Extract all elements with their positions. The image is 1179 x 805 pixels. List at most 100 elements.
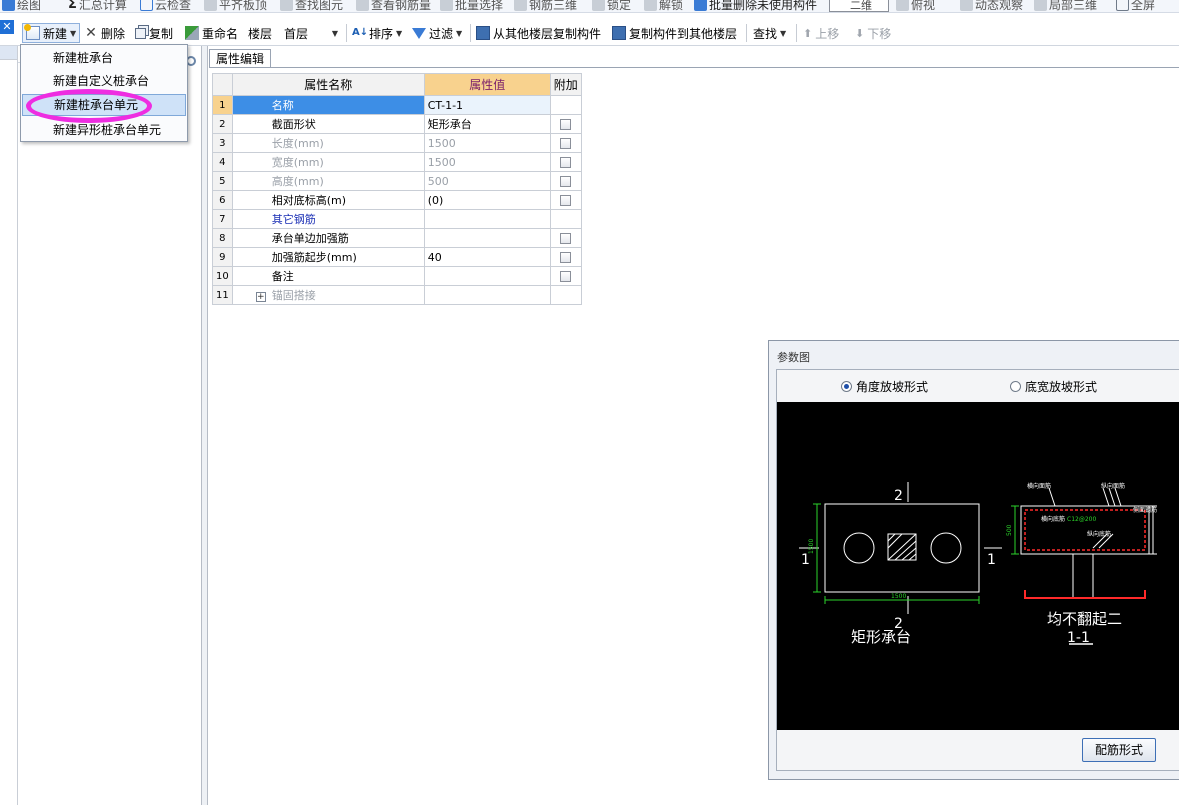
table-row[interactable]: 11 + 锚固搭接 <box>212 285 582 305</box>
table-row[interactable]: 5 高度(mm) 500 <box>212 171 582 191</box>
property-value-cell[interactable]: 矩形承台 <box>423 114 551 134</box>
rebar-form-button[interactable]: 配筋形式 <box>1082 738 1156 762</box>
orbit-icon <box>960 0 973 11</box>
fullscreen-tool[interactable]: 全屏 <box>1116 0 1155 12</box>
menu-item-new-pile-cap[interactable]: 新建桩承台 <box>22 47 186 69</box>
table-row[interactable]: 9 加强筋起步(mm) 40 <box>212 247 582 267</box>
cloud-check-icon <box>140 0 153 11</box>
pile-circle-left <box>843 532 875 564</box>
pile-cap-base-rebar <box>1024 590 1146 599</box>
extra-checkbox[interactable] <box>560 271 572 282</box>
grid-corner <box>212 73 233 96</box>
property-value-cell[interactable] <box>423 266 551 286</box>
header-property-name: 属性名称 <box>231 73 425 96</box>
toolbar-divider <box>346 24 347 42</box>
property-value-cell[interactable] <box>423 209 551 229</box>
left-strip-selected[interactable] <box>0 46 17 60</box>
rebar-3d-tool[interactable]: 钢筋三维 <box>514 0 577 12</box>
find-element-tool[interactable]: 查找图元 <box>280 0 343 12</box>
rename-icon <box>185 26 199 40</box>
copy-from-floor-button[interactable]: 从其他楼层复制构件 <box>476 24 601 42</box>
chevron-down-icon: ▼ <box>331 28 338 38</box>
sort-button[interactable]: A↓ 排序 ▼ <box>352 24 402 42</box>
unlock-tool[interactable]: 解锁 <box>644 0 683 12</box>
top-rebar-x-label: 横向面筋 <box>1027 482 1051 490</box>
table-row[interactable]: 2 截面形状 矩形承台 <box>212 114 582 134</box>
section-label: 1-1 <box>1067 630 1090 646</box>
menu-item-new-irregular-pile-cap-unit[interactable]: 新建异形桩承台单元 <box>22 119 186 141</box>
radio-angle-slope[interactable]: 角度放坡形式 <box>841 378 928 395</box>
property-value-cell[interactable] <box>423 228 551 248</box>
top-view-icon <box>896 0 909 11</box>
draw-icon <box>2 0 15 11</box>
extra-checkbox[interactable] <box>560 233 572 244</box>
extra-checkbox[interactable] <box>560 157 572 168</box>
panel-splitter[interactable] <box>202 46 208 805</box>
header-property-value: 属性值 <box>423 73 551 96</box>
property-value-cell[interactable]: 1500 <box>423 152 551 172</box>
partial-3d-icon <box>1034 0 1047 11</box>
copy-button[interactable]: 复制 <box>135 24 173 42</box>
table-row[interactable]: 3 长度(mm) 1500 <box>212 133 582 153</box>
header-extra: 附加 <box>549 73 582 96</box>
filter-icon <box>412 27 426 39</box>
top-toolbar: 绘图 Σ 汇总计算 云检查 平齐板顶 查找图元 查看钢筋量 批量选择 钢筋三维 锁… <box>0 0 1179 13</box>
section-marker-top: 2 <box>894 488 903 504</box>
summary-calc-tool[interactable]: Σ 汇总计算 <box>68 0 127 12</box>
property-value-cell[interactable]: (0) <box>423 190 551 210</box>
batch-delete-icon <box>694 0 707 11</box>
extra-checkbox[interactable] <box>560 119 572 130</box>
new-button[interactable]: 新建 ▼ <box>22 23 81 43</box>
tab-property-edit[interactable]: 属性编辑 <box>209 49 271 68</box>
component-toolbar: 新建 ▼ ✕ 删除 复制 重命名 楼层 首层 ▼ A↓ 排序 ▼ 过滤 ▼ 从其… <box>0 20 1179 46</box>
filter-button[interactable]: 过滤 ▼ <box>412 24 462 42</box>
floor-select[interactable]: 首层 ▼ <box>280 24 342 42</box>
close-icon[interactable]: ✕ <box>0 20 14 34</box>
left-strip <box>0 46 18 805</box>
property-value-cell[interactable]: 1500 <box>423 133 551 153</box>
extra-checkbox[interactable] <box>560 195 572 206</box>
view-mode-dropdown[interactable]: 二维 <box>829 0 889 12</box>
lock-tool[interactable]: 锁定 <box>592 0 631 12</box>
batch-delete-tool[interactable]: 批量删除未使用构件 <box>694 0 817 12</box>
extra-checkbox[interactable] <box>560 138 572 149</box>
table-row[interactable]: 1 名称 CT-1-1 <box>212 95 582 115</box>
table-row[interactable]: 10 备注 <box>212 266 582 286</box>
table-row[interactable]: 7 其它钢筋 <box>212 209 582 229</box>
copy-to-floor-icon <box>612 26 626 40</box>
align-slab-tool[interactable]: 平齐板顶 <box>204 0 267 12</box>
move-up-button[interactable]: ⬆ 上移 <box>803 24 839 42</box>
property-value-cell[interactable] <box>423 285 551 305</box>
table-row[interactable]: 8 承台单边加强筋 <box>212 228 582 248</box>
property-value-cell[interactable]: 500 <box>423 171 551 191</box>
fullscreen-icon <box>1116 0 1129 11</box>
dynamic-view-tool[interactable]: 动态观察 <box>960 0 1023 12</box>
extra-checkbox[interactable] <box>560 176 572 187</box>
expand-plus-icon[interactable]: + <box>255 292 266 302</box>
partial-3d-tool[interactable]: 局部三维 <box>1034 0 1097 12</box>
copy-from-floor-icon <box>476 26 490 40</box>
table-row[interactable]: 4 宽度(mm) 1500 <box>212 152 582 172</box>
delete-button[interactable]: ✕ 删除 <box>84 24 125 42</box>
draw-tool[interactable]: 绘图 <box>2 0 41 12</box>
property-value-cell[interactable]: 40 <box>423 247 551 267</box>
batch-select-tool[interactable]: 批量选择 <box>440 0 503 12</box>
cloud-check-tool[interactable]: 云检查 <box>140 0 191 12</box>
section-dim-height: 500 <box>1006 524 1013 536</box>
menu-item-new-custom-pile-cap[interactable]: 新建自定义桩承台 <box>22 70 186 92</box>
chevron-down-icon: ▼ <box>396 28 403 38</box>
cube-icon <box>514 0 527 11</box>
section-caption: 均不翻起二 <box>1047 610 1122 628</box>
menu-item-new-pile-cap-unit[interactable]: 新建桩承台单元 <box>22 94 186 116</box>
copy-to-floor-button[interactable]: 复制构件到其他楼层 <box>612 24 737 42</box>
view-rebar-tool[interactable]: 查看钢筋量 <box>356 0 431 12</box>
batch-icon <box>440 0 453 11</box>
radio-width-slope[interactable]: 底宽放坡形式 <box>1010 378 1097 395</box>
extra-checkbox[interactable] <box>560 252 572 263</box>
property-value-cell[interactable]: CT-1-1 <box>423 95 551 115</box>
rename-button[interactable]: 重命名 <box>185 24 238 42</box>
table-row[interactable]: 6 相对底标高(m) (0) <box>212 190 582 210</box>
top-view-tool[interactable]: 俯视 <box>896 0 935 12</box>
move-down-button[interactable]: ⬇ 下移 <box>855 24 891 42</box>
find-button[interactable]: 查找 ▼ <box>753 24 786 42</box>
